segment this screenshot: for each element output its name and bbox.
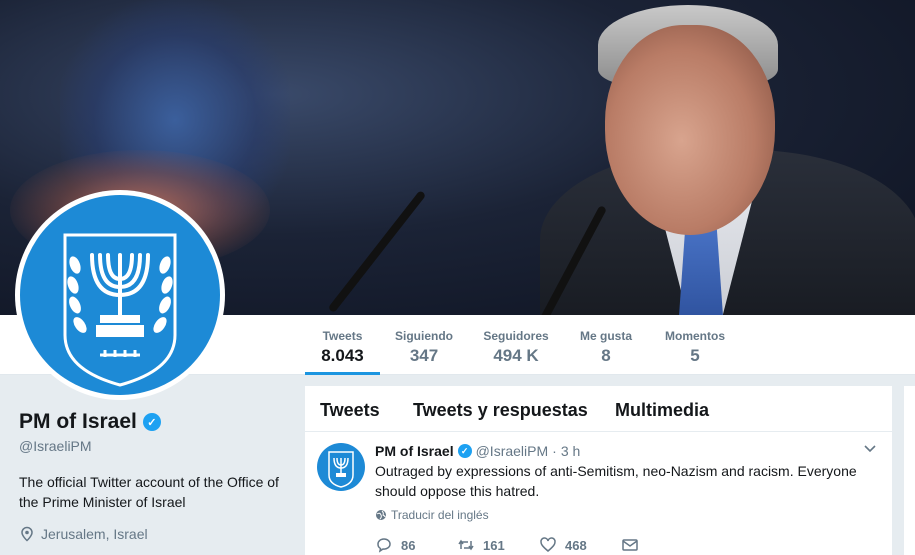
- location-pin-icon: [21, 526, 33, 542]
- stat-value: 8.043: [321, 346, 364, 365]
- tweet-avatar[interactable]: [317, 443, 365, 491]
- tab-tweets[interactable]: Tweets: [320, 400, 380, 421]
- profile-avatar[interactable]: [15, 190, 225, 400]
- tweet-header: PM of Israel ✓ @IsraeliPM · 3 h: [375, 443, 580, 459]
- tweet-author-handle[interactable]: @IsraeliPM: [476, 443, 549, 459]
- profile-name-row: PM of Israel ✓: [19, 410, 289, 434]
- retweet-count: 161: [483, 537, 505, 553]
- stat-label: Momentos: [665, 329, 725, 343]
- reply-count: 86: [401, 537, 416, 553]
- tweet-timestamp[interactable]: 3 h: [561, 443, 580, 459]
- translate-label: Traducir del inglés: [391, 508, 489, 522]
- right-column-edge: [904, 386, 915, 555]
- timeline-tabs: Tweets Tweets y respuestas Multimedia: [305, 386, 892, 432]
- reply-button[interactable]: 86: [375, 536, 457, 554]
- nav-stat-tweets[interactable]: Tweets 8.043: [305, 315, 380, 375]
- tweet-item[interactable]: PM of Israel ✓ @IsraeliPM · 3 h Outraged…: [305, 433, 892, 555]
- nav-stat-likes[interactable]: Me gusta 8: [575, 315, 637, 375]
- profile-name[interactable]: PM of Israel: [19, 410, 137, 434]
- translate-link[interactable]: Traducir del inglés: [375, 508, 489, 522]
- nav-stat-following[interactable]: Siguiendo 347: [390, 315, 458, 375]
- tweet-author-name[interactable]: PM of Israel: [375, 443, 454, 459]
- tab-tweets-and-replies[interactable]: Tweets y respuestas: [413, 400, 588, 421]
- reply-icon: [377, 538, 391, 553]
- nav-stat-followers[interactable]: Seguidores 494 K: [480, 315, 552, 375]
- profile-location: Jerusalem, Israel: [19, 526, 289, 542]
- profile-handle[interactable]: @IsraeliPM: [19, 438, 289, 454]
- tweet-text: Outraged by expressions of anti-Semitism…: [375, 463, 857, 499]
- banner-face: [605, 25, 775, 235]
- profile-bio: The official Twitter account of the Offi…: [19, 474, 279, 510]
- tab-media[interactable]: Multimedia: [615, 400, 709, 421]
- stat-value: 5: [690, 346, 700, 365]
- stat-label: Tweets: [322, 329, 363, 343]
- stat-value: 8: [601, 346, 611, 365]
- globe-icon: [376, 510, 386, 520]
- retweet-button[interactable]: 161: [457, 536, 539, 554]
- timeline-card: Tweets Tweets y respuestas Multimedia PM…: [305, 386, 892, 555]
- message-icon: [622, 539, 638, 551]
- emblem-of-israel-icon: [328, 451, 354, 488]
- like-icon: [540, 537, 556, 552]
- retweet-icon: [458, 539, 474, 551]
- tweet-dot-separator: ·: [552, 443, 557, 459]
- stat-label: Siguiendo: [395, 329, 453, 343]
- direct-message-button[interactable]: [621, 536, 703, 554]
- microphone-shape: [327, 190, 427, 314]
- nav-stat-moments[interactable]: Momentos 5: [660, 315, 730, 375]
- verified-badge-icon: ✓: [142, 413, 161, 431]
- emblem-of-israel-icon: [20, 195, 220, 395]
- stat-value: 494 K: [493, 346, 539, 365]
- stat-label: Seguidores: [483, 329, 549, 343]
- stat-value: 347: [409, 346, 439, 365]
- verified-badge-icon: ✓: [457, 444, 472, 458]
- tweet-actions: 86 161 468: [375, 536, 703, 554]
- stat-label: Me gusta: [579, 329, 632, 343]
- like-count: 468: [565, 537, 587, 553]
- chevron-down-icon[interactable]: [863, 441, 877, 458]
- like-button[interactable]: 468: [539, 536, 621, 554]
- location-text: Jerusalem, Israel: [41, 526, 148, 542]
- profile-card: PM of Israel ✓ @IsraeliPM The official T…: [19, 410, 289, 542]
